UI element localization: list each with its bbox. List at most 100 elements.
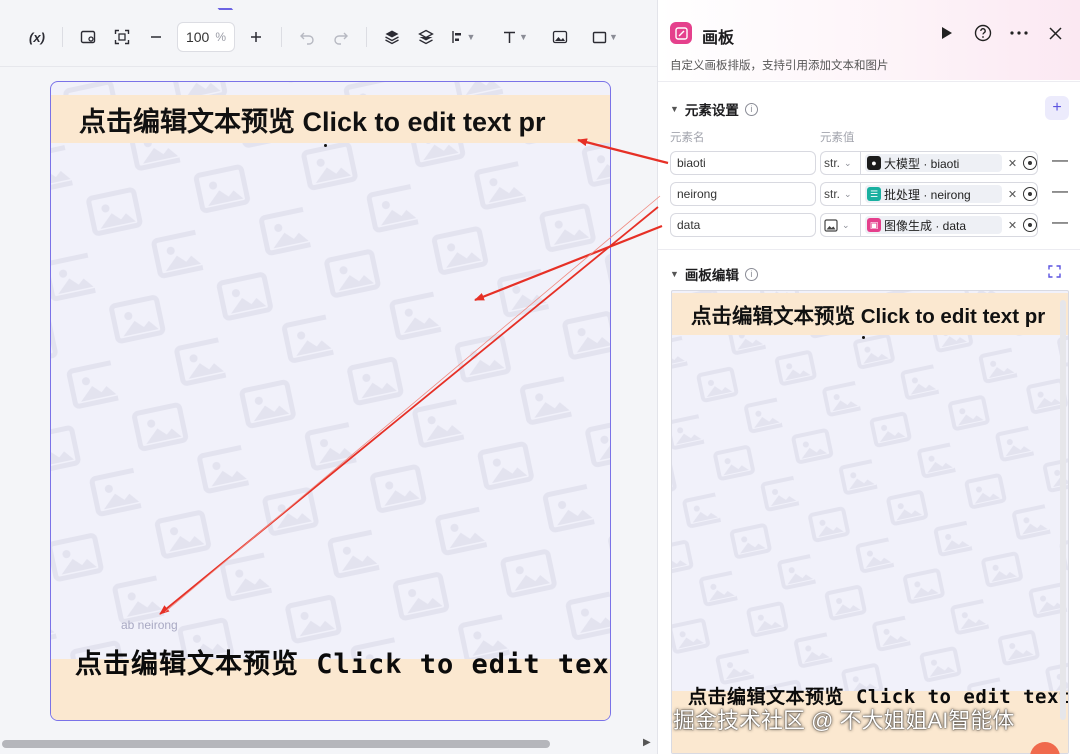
undo-button[interactable] bbox=[290, 20, 324, 54]
panel-description: 自定义画板排版，支持引用添加文本和图片 bbox=[670, 60, 889, 72]
collapse-caret-icon: ▼ bbox=[670, 104, 679, 114]
zoom-input[interactable]: 100 % bbox=[177, 22, 235, 52]
element-value-reference[interactable]: ☰ 批处理 · neirong ✕ bbox=[860, 182, 1038, 206]
layers-icon bbox=[418, 29, 434, 45]
panel-title: 画板 bbox=[702, 30, 735, 47]
text-cursor-dot bbox=[862, 336, 865, 339]
info-icon[interactable]: i bbox=[744, 267, 758, 281]
remove-element-button[interactable]: — bbox=[1052, 183, 1068, 201]
undo-icon bbox=[300, 32, 314, 45]
toolbar-divider-line bbox=[0, 66, 658, 67]
batch-icon: ☰ bbox=[867, 187, 881, 201]
align-button[interactable]: ▼ bbox=[443, 20, 483, 54]
add-element-button[interactable]: + bbox=[1045, 96, 1069, 120]
add-image-button[interactable] bbox=[543, 20, 577, 54]
chevron-down-icon: ▼ bbox=[609, 32, 618, 42]
robot-icon: ● bbox=[867, 156, 881, 170]
remove-element-button[interactable]: — bbox=[1052, 214, 1068, 232]
chevron-down-icon: ⌄ bbox=[844, 157, 852, 168]
element-row: data ⌄ ▣ 图像生成 · data ✕ — bbox=[670, 213, 1070, 237]
reference-chip: ▣ 图像生成 · data bbox=[865, 216, 1002, 234]
target-icon[interactable] bbox=[1023, 187, 1037, 201]
redo-icon bbox=[334, 32, 348, 45]
send-backward-button[interactable] bbox=[409, 20, 443, 54]
chevron-down-icon: ▼ bbox=[519, 32, 528, 42]
reference-chip: ● 大模型 · biaoti bbox=[865, 154, 1002, 172]
close-icon bbox=[1048, 26, 1062, 40]
panel-divider bbox=[658, 249, 1080, 250]
add-shape-button[interactable]: ▼ bbox=[581, 20, 629, 54]
node-settings-panel: 画板 自定义画板排版，支持引用添加文本和图片 ▼ 元素设置 i + 元素名 元素… bbox=[657, 0, 1080, 754]
element-name-input[interactable]: data bbox=[670, 213, 816, 237]
watermark-text: 掘金技术社区 @ 不大姐姐AI智能体 bbox=[673, 708, 1015, 733]
clear-reference-icon[interactable]: ✕ bbox=[1008, 188, 1017, 201]
bring-forward-button[interactable] bbox=[375, 20, 409, 54]
artboard-preview[interactable]: 点击编辑文本预览 Click to edit text pr 点击编辑文本预览 … bbox=[671, 290, 1069, 754]
reference-label: 图像生成 · data bbox=[884, 218, 967, 233]
canvas-settings-icon bbox=[80, 30, 96, 44]
element-name-input[interactable]: biaoti bbox=[670, 151, 816, 175]
variable-button[interactable]: (x) bbox=[20, 20, 54, 54]
column-label-value: 元素值 bbox=[820, 132, 855, 144]
preview-title-text[interactable]: 点击编辑文本预览 Click to edit text pr bbox=[672, 293, 1068, 335]
image-gen-icon: ▣ bbox=[867, 218, 881, 232]
more-options-button[interactable] bbox=[1008, 22, 1030, 44]
run-button[interactable] bbox=[936, 22, 958, 44]
clear-reference-icon[interactable]: ✕ bbox=[1008, 219, 1017, 232]
element-value-reference[interactable]: ● 大模型 · biaoti ✕ bbox=[860, 151, 1038, 175]
image-icon bbox=[552, 30, 568, 44]
element-value-reference[interactable]: ▣ 图像生成 · data ✕ bbox=[860, 213, 1038, 237]
canvas-toolbar: (x) 100 % ▼ ▼ ▼ bbox=[0, 8, 658, 66]
bottom-text-element[interactable]: 点击编辑文本预览 Click to edit text p bbox=[75, 642, 610, 681]
element-row: neirong str. ⌄ ☰ 批处理 · neirong ✕ — bbox=[670, 182, 1070, 206]
target-icon[interactable] bbox=[1023, 218, 1037, 232]
image-type-icon bbox=[824, 218, 838, 232]
canvas-edit-title: 画板编辑 bbox=[684, 268, 739, 283]
element-settings-title: 元素设置 bbox=[684, 103, 739, 118]
add-text-button[interactable]: ▼ bbox=[491, 20, 539, 54]
text-icon bbox=[504, 31, 516, 43]
toolbar-divider bbox=[281, 27, 282, 47]
minus-icon bbox=[151, 36, 161, 38]
artboard[interactable]: 点击编辑文本预览 Click to edit text pr ab neiron… bbox=[50, 81, 611, 721]
remove-element-button[interactable]: — bbox=[1052, 152, 1068, 170]
fit-view-button[interactable] bbox=[105, 20, 139, 54]
app-root: (x) 100 % ▼ ▼ ▼ 点击编辑文本预览 Click to edit t… bbox=[0, 0, 1080, 754]
panel-actions bbox=[936, 22, 1066, 44]
title-text-element[interactable]: 点击编辑文本预览 Click to edit text pr bbox=[51, 95, 610, 143]
help-button[interactable] bbox=[972, 22, 994, 44]
toolbar-divider bbox=[366, 27, 367, 47]
element-name-input[interactable]: neirong bbox=[670, 182, 816, 206]
horizontal-scroll-thumb[interactable] bbox=[2, 740, 550, 748]
fit-canvas-button[interactable] bbox=[71, 20, 105, 54]
text-cursor-dot bbox=[324, 144, 327, 147]
close-button[interactable] bbox=[1044, 22, 1066, 44]
reference-label: 大模型 · biaoti bbox=[884, 156, 960, 171]
zoom-out-button[interactable] bbox=[139, 20, 173, 54]
fullscreen-expand-icon[interactable] bbox=[1048, 265, 1062, 279]
zoom-in-button[interactable] bbox=[239, 20, 273, 54]
clear-reference-icon[interactable]: ✕ bbox=[1008, 157, 1017, 170]
redo-button[interactable] bbox=[324, 20, 358, 54]
chevron-down-icon: ▼ bbox=[466, 32, 476, 42]
rectangle-icon bbox=[592, 31, 607, 43]
element-type-select[interactable]: str. ⌄ bbox=[820, 151, 860, 175]
fit-view-icon bbox=[114, 29, 130, 45]
canvas-edit-header[interactable]: ▼ 画板编辑 i bbox=[670, 264, 758, 284]
element-type-select[interactable]: ⌄ bbox=[820, 213, 860, 237]
plus-icon bbox=[251, 32, 261, 42]
type-label: str. bbox=[824, 187, 841, 201]
column-label-name: 元素名 bbox=[670, 132, 705, 144]
scroll-right-arrow-icon[interactable]: ▶ bbox=[643, 737, 651, 748]
chevron-down-icon: ⌄ bbox=[844, 188, 852, 199]
element-type-select[interactable]: str. ⌄ bbox=[820, 182, 860, 206]
type-label: str. bbox=[824, 156, 841, 170]
neirong-placeholder-tag: ab neirong bbox=[121, 618, 178, 632]
element-settings-header[interactable]: ▼ 元素设置 i bbox=[670, 99, 758, 119]
info-icon[interactable]: i bbox=[744, 102, 758, 116]
align-left-icon bbox=[451, 31, 461, 43]
target-icon[interactable] bbox=[1023, 156, 1037, 170]
variable-label: (x) bbox=[29, 29, 45, 45]
chevron-down-icon: ⌄ bbox=[842, 219, 850, 230]
preview-scrollbar[interactable] bbox=[1060, 300, 1066, 720]
